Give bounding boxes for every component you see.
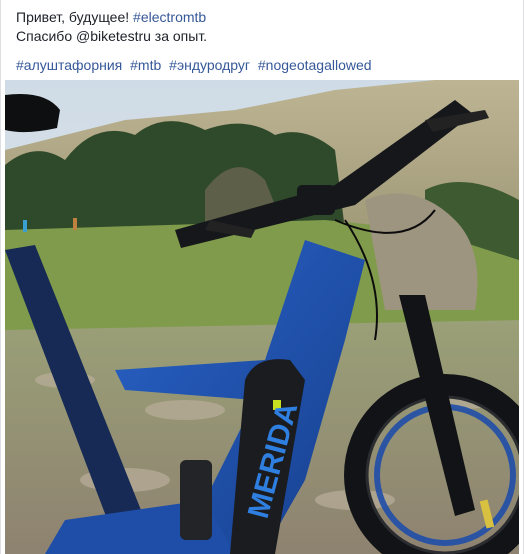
hashtag-alushtafornia[interactable]: #алуштафорния	[16, 57, 122, 73]
hiker-2	[73, 218, 77, 230]
hashtag-electromtb[interactable]: #electromtb	[133, 9, 206, 25]
post-photo[interactable]: MERIDA	[5, 80, 519, 554]
post-line-1: Привет, будущее! #electromtb	[16, 8, 511, 27]
post-card: Привет, будущее! #electromtb Спасибо @bi…	[0, 0, 524, 554]
mountain-bike-photo: MERIDA	[5, 80, 519, 554]
hashtag-endurodrug[interactable]: #эндуродруг	[169, 57, 250, 73]
hashtag-nogeotagallowed[interactable]: #nogeotagallowed	[258, 57, 372, 73]
post-text: Привет, будущее! #electromtb Спасибо @bi…	[1, 0, 523, 75]
hashtag-line: #алуштафорния #mtb #эндуродруг #nogeotag…	[16, 56, 511, 75]
post-line-2: Спасибо @biketestru за опыт.	[16, 28, 208, 44]
post-greeting: Привет, будущее!	[16, 9, 130, 25]
rear-shock	[180, 460, 212, 540]
hashtag-mtb[interactable]: #mtb	[130, 57, 161, 73]
hiker-1	[23, 220, 27, 232]
stem	[297, 185, 335, 215]
